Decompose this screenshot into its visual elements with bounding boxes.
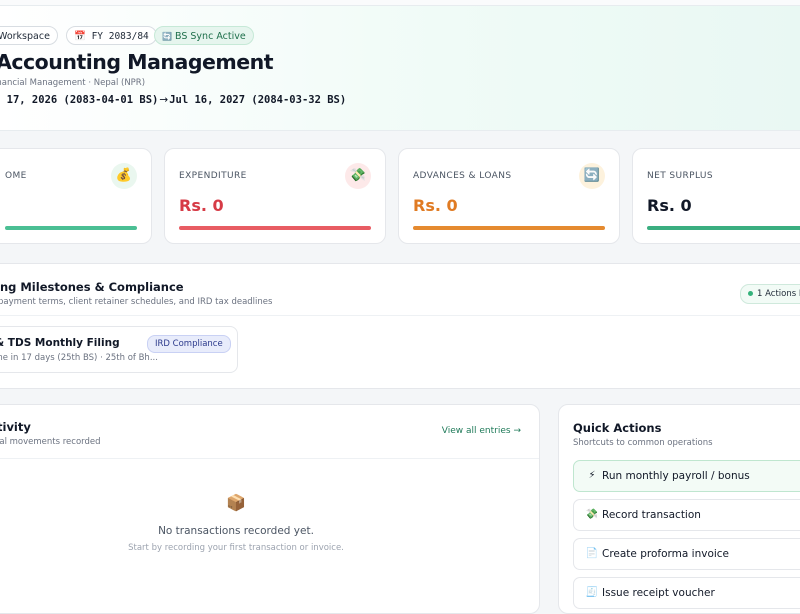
page-header: Workspace 📅 FY 2083/84 🔄 BS Sync Active … bbox=[0, 0, 800, 131]
expenditure-label: EXPENDITURE bbox=[179, 171, 247, 181]
calendar-icon: 📅 bbox=[74, 31, 86, 42]
page-title: Accounting Management bbox=[0, 50, 274, 74]
ird-compliance-tag: IRD Compliance bbox=[147, 335, 231, 353]
income-card: OME 💰 bbox=[0, 148, 152, 244]
document-icon: 📄 bbox=[585, 548, 599, 559]
money-bag-icon: 💰 bbox=[111, 163, 137, 189]
recent-activity-panel: tivity ial movements recorded View all e… bbox=[0, 404, 540, 614]
date-end: Jul 16, 2027 (2084-03-32 BS) bbox=[169, 94, 347, 106]
record-transaction-button[interactable]: 💸 Record transaction bbox=[573, 499, 800, 531]
create-proforma-invoice-label: Create proforma invoice bbox=[602, 548, 730, 560]
view-all-entries-link[interactable]: View all entries → bbox=[442, 426, 521, 436]
arrow-right-icon: → bbox=[159, 94, 169, 106]
workspace-chip[interactable]: Workspace bbox=[0, 26, 58, 45]
lightning-icon: ⚡ bbox=[588, 470, 596, 481]
milestones-title: ing Milestones & Compliance bbox=[0, 280, 184, 294]
sync-icon: 🔄 bbox=[162, 32, 172, 41]
net-surplus-label: NET SURPLUS bbox=[647, 171, 714, 181]
advances-loans-value: Rs. 0 bbox=[413, 196, 458, 215]
actions-pending-label: 1 Actions P bbox=[757, 289, 800, 299]
sync-status-label: BS Sync Active bbox=[175, 31, 246, 42]
net-surplus-card: NET SURPLUS Rs. 0 bbox=[632, 148, 800, 244]
fiscal-date-range: l 17, 2026 (2083-04-01 BS)→Jul 16, 2027 … bbox=[0, 94, 346, 106]
fiscal-year-chip[interactable]: 📅 FY 2083/84 bbox=[66, 26, 157, 45]
date-start: l 17, 2026 (2083-04-01 BS) bbox=[0, 94, 159, 106]
expenditure-value: Rs. 0 bbox=[179, 196, 224, 215]
milestone-task-card[interactable]: & TDS Monthly Filing ine in 17 days (25t… bbox=[0, 326, 238, 373]
run-payroll-label: Run monthly payroll / bonus bbox=[602, 470, 750, 482]
expenditure-bar bbox=[179, 226, 371, 230]
divider bbox=[0, 315, 800, 316]
net-surplus-bar bbox=[647, 226, 800, 230]
income-bar bbox=[5, 226, 137, 230]
quick-actions-panel: Quick Actions Shortcuts to common operat… bbox=[558, 404, 800, 614]
sync-status-chip: 🔄 BS Sync Active bbox=[154, 26, 254, 45]
income-label: OME bbox=[5, 171, 27, 181]
run-payroll-button[interactable]: ⚡ Run monthly payroll / bonus bbox=[573, 460, 800, 492]
empty-box-icon: 📦 bbox=[226, 493, 246, 512]
workspace-chip-label: Workspace bbox=[0, 31, 50, 42]
activity-title: tivity bbox=[0, 420, 31, 434]
money-wings-icon: 💸 bbox=[345, 163, 371, 189]
activity-subtitle: ial movements recorded bbox=[0, 437, 101, 447]
task-title: & TDS Monthly Filing bbox=[0, 337, 120, 349]
divider bbox=[0, 458, 539, 459]
money-wings-icon: 💸 bbox=[585, 509, 599, 520]
create-proforma-invoice-button[interactable]: 📄 Create proforma invoice bbox=[573, 538, 800, 570]
quick-actions-title: Quick Actions bbox=[573, 421, 662, 435]
refresh-icon: 🔄 bbox=[579, 163, 605, 189]
net-surplus-value: Rs. 0 bbox=[647, 196, 692, 215]
page-subtitle: inancial Management · Nepal (NPR) bbox=[0, 78, 146, 88]
milestones-subtitle: payment terms, client retainer schedules… bbox=[0, 297, 273, 307]
issue-receipt-voucher-label: Issue receipt voucher bbox=[602, 587, 715, 599]
status-dot-icon bbox=[748, 291, 753, 296]
expenditure-card: EXPENDITURE Rs. 0 💸 bbox=[164, 148, 386, 244]
receipt-icon: 🧾 bbox=[585, 587, 599, 598]
issue-receipt-voucher-button[interactable]: 🧾 Issue receipt voucher bbox=[573, 577, 800, 609]
task-detail: ine in 17 days (25th BS) · 25th of Bh... bbox=[0, 353, 158, 363]
record-transaction-label: Record transaction bbox=[602, 509, 701, 521]
advances-loans-label: ADVANCES & LOANS bbox=[413, 171, 512, 181]
milestones-panel: ing Milestones & Compliance payment term… bbox=[0, 263, 800, 389]
advances-loans-bar bbox=[413, 226, 605, 230]
quick-actions-subtitle: Shortcuts to common operations bbox=[573, 438, 713, 448]
actions-pending-badge[interactable]: 1 Actions P bbox=[740, 284, 800, 304]
empty-state-subtitle: Start by recording your first transactio… bbox=[128, 543, 344, 553]
empty-state-title: No transactions recorded yet. bbox=[158, 525, 314, 537]
fiscal-year-label: FY 2083/84 bbox=[91, 31, 149, 42]
advances-loans-card: ADVANCES & LOANS Rs. 0 🔄 bbox=[398, 148, 620, 244]
